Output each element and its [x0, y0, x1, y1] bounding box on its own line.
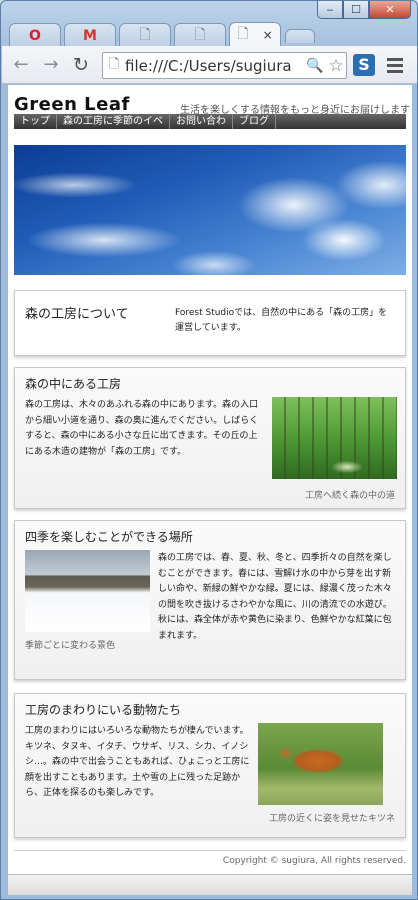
reload-icon[interactable]: ↻ [70, 54, 92, 76]
nav-events[interactable]: 森の工房に季節のイベ [57, 114, 170, 129]
forest-title: 森の中にある工房 [25, 377, 122, 391]
seasons-text: 森の工房では、春、夏、秋、冬と、四季折々の自然を楽しむことができます。春には、雪… [158, 553, 392, 641]
tab-gmail[interactable]: M [64, 23, 116, 47]
browser-window: ‒ ☐ ✕ O M 🗋 🗋 🗋 × ← → ↻ 🗋 🔍 ☆ S [0, 0, 418, 900]
nav-top[interactable]: トップ [14, 114, 57, 129]
bookmark-star-icon[interactable]: ☆ [325, 56, 346, 76]
fox-image [258, 723, 383, 805]
window-controls: ‒ ☐ ✕ [317, 1, 411, 19]
animals-title: 工房のまわりにいる動物たち [25, 703, 182, 717]
horizontal-scrollbar[interactable] [8, 874, 412, 895]
seasons-caption: 季節ごとに変わる景色 [25, 641, 116, 651]
snow-landscape-image [25, 550, 150, 632]
browser-toolbar: ← → ↻ 🗋 🔍 ☆ S [2, 46, 417, 84]
menu-icon[interactable] [387, 58, 403, 76]
nav-blog[interactable]: ブログ [233, 114, 276, 129]
forest-caption: 工房へ続く森の中の道 [304, 491, 395, 501]
nav-contact[interactable]: お問い合わ [170, 114, 233, 129]
gmail-icon: M [83, 27, 97, 44]
extension-s-icon[interactable]: S [353, 54, 375, 76]
forward-icon[interactable]: → [40, 54, 62, 76]
page-icon: 🗋 [108, 56, 120, 72]
close-tab-icon[interactable]: × [263, 28, 273, 42]
about-section: 森の工房について Forest Studioでは、自然の中にある「森の工房」を運… [14, 290, 406, 356]
forest-text: 森の工房は、木々のあふれる森の中にあります。森の入口から細い小道を通り、森の奥に… [25, 400, 259, 457]
opera-icon: O [29, 27, 41, 44]
tab-opera[interactable]: O [9, 23, 61, 47]
site-header: Green Leaf 生活を楽しくする情報をもっと身近にお届けします [8, 85, 412, 116]
seasons-section: 四季を楽しむことができる場所 季節ごとに変わる景色 森の工房では、春、夏、秋、冬… [14, 520, 406, 680]
tab-strip: O M 🗋 🗋 🗋 × [9, 21, 409, 47]
close-window-button[interactable]: ✕ [369, 1, 411, 19]
about-title: 森の工房について [25, 307, 129, 322]
page-viewport: Green Leaf 生活を楽しくする情報をもっと身近にお届けします トップ 森… [8, 85, 412, 895]
new-tab-button[interactable] [285, 29, 315, 43]
tab-page-2[interactable]: 🗋 [174, 23, 226, 47]
about-text: Forest Studioでは、自然の中にある「森の工房」を運営しています。 [175, 308, 388, 333]
seasons-title: 四季を楽しむことができる場所 [25, 530, 193, 544]
minimize-button[interactable]: ‒ [317, 1, 343, 19]
animals-text: 工房のまわりにはいろいろな動物たちが棲んでいます。キツネ、タヌキ、イタチ、ウサギ… [25, 726, 250, 798]
footer-divider [14, 850, 406, 851]
animals-caption: 工房の近くに姿を見せたキツネ [268, 814, 395, 824]
global-nav: トップ 森の工房に季節のイベ お問い合わ ブログ [14, 114, 406, 129]
address-bar[interactable]: 🗋 🔍 ☆ [102, 52, 347, 79]
back-icon[interactable]: ← [10, 54, 32, 76]
tab-page-1[interactable]: 🗋 [119, 23, 171, 47]
page-icon: 🗋 [194, 26, 206, 43]
footer-copyright: Copyright © sugiura, All rights reserved… [222, 856, 406, 866]
animals-section: 工房のまわりにいる動物たち 工房のまわりにはいろいろな動物たちが棲んでいます。キ… [14, 693, 406, 838]
forest-path-image [272, 397, 397, 479]
address-input[interactable] [125, 56, 305, 75]
page-icon: 🗋 [237, 26, 249, 42]
search-icon[interactable]: 🔍 [305, 58, 325, 74]
site-logo[interactable]: Green Leaf [14, 94, 130, 115]
forest-section: 森の中にある工房 森の工房は、木々のあふれる森の中にあります。森の入口から細い小… [14, 367, 406, 509]
page-icon: 🗋 [139, 26, 151, 43]
maximize-button[interactable]: ☐ [343, 1, 369, 19]
hero-sky-image [14, 145, 406, 275]
tab-active[interactable]: 🗋 × [229, 22, 281, 47]
